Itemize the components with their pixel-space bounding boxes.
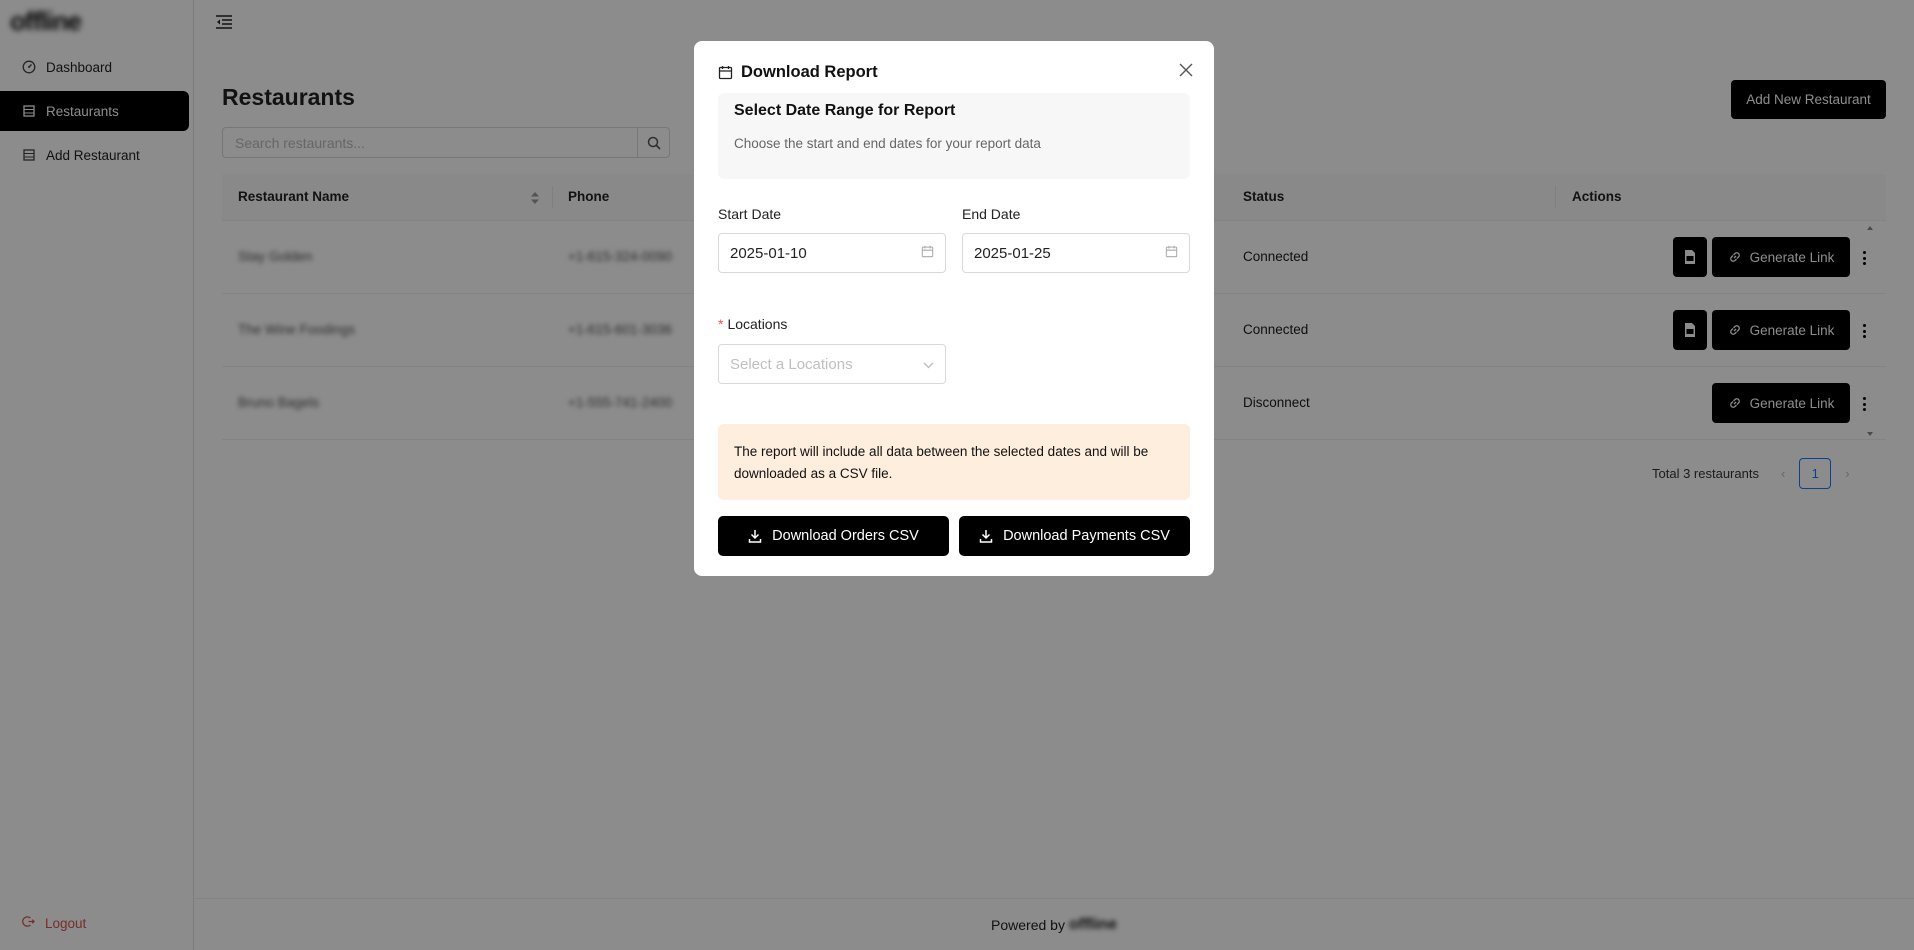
end-date-picker[interactable]: 2025-01-25: [962, 233, 1190, 273]
download-payments-csv-button[interactable]: Download Payments CSV: [959, 516, 1190, 556]
info-heading: Select Date Range for Report: [734, 102, 956, 119]
locations-placeholder: Select a Locations: [730, 355, 853, 373]
download-payments-label: Download Payments CSV: [1003, 528, 1170, 544]
calendar-icon: [718, 65, 733, 80]
info-subtext: Choose the start and end dates for your …: [734, 136, 1041, 151]
required-mark: *: [718, 316, 724, 332]
download-report-modal: Download Report Select Date Range for Re…: [694, 41, 1214, 576]
download-orders-csv-button[interactable]: Download Orders CSV: [718, 516, 949, 556]
end-date-label: End Date: [962, 206, 1021, 222]
modal-title: Download Report: [718, 63, 878, 82]
calendar-icon: [1165, 245, 1178, 262]
start-date-value: 2025-01-10: [730, 244, 807, 262]
locations-label: * Locations: [718, 316, 787, 332]
locations-select[interactable]: Select a Locations: [718, 344, 946, 384]
report-note: The report will include all data between…: [718, 424, 1190, 500]
download-icon: [748, 529, 762, 543]
modal-title-text: Download Report: [741, 63, 878, 81]
start-date-label: Start Date: [718, 206, 782, 222]
end-date-value: 2025-01-25: [974, 244, 1051, 262]
locations-label-text: Locations: [727, 316, 788, 332]
start-date-picker[interactable]: 2025-01-10: [718, 233, 946, 273]
chevron-down-icon: [923, 356, 934, 373]
calendar-icon: [921, 245, 934, 262]
download-icon: [979, 529, 993, 543]
report-info-card: Select Date Range for Report Choose the …: [718, 93, 1190, 179]
download-orders-label: Download Orders CSV: [772, 528, 919, 544]
close-icon[interactable]: [1177, 61, 1195, 79]
